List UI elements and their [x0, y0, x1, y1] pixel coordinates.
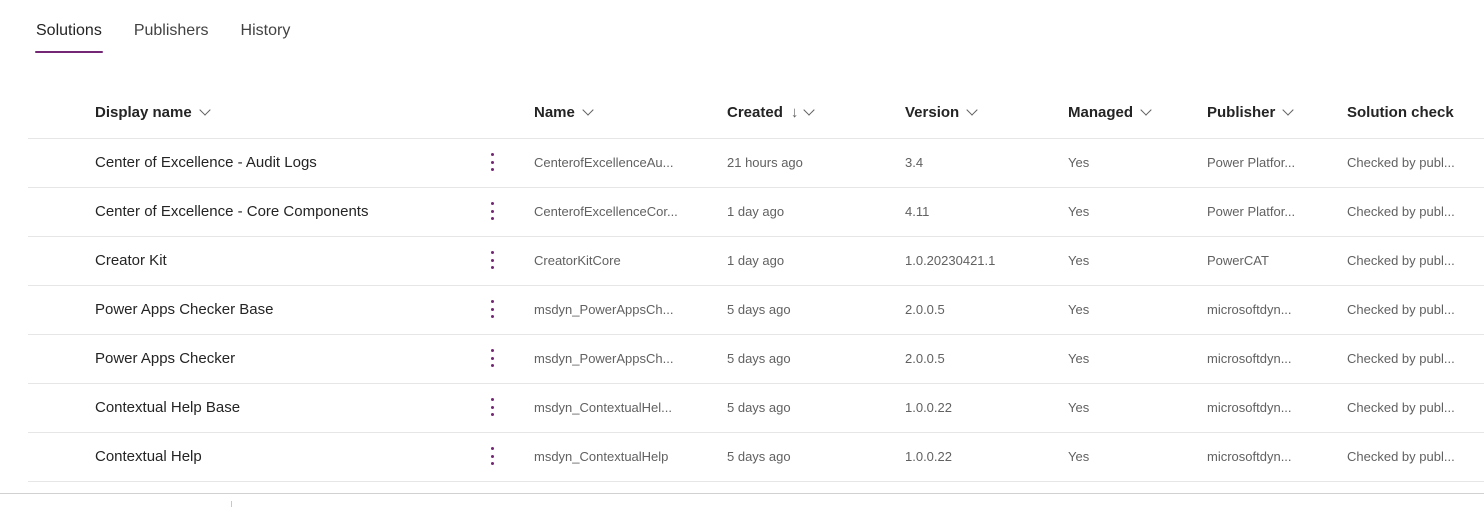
more-options-icon[interactable] [487, 299, 497, 319]
cell-created: 5 days ago [727, 351, 791, 366]
cell-publisher: microsoftdyn... [1207, 351, 1292, 366]
cell-display-name[interactable]: Power Apps Checker [95, 350, 455, 367]
column-header-label: Version [905, 104, 960, 121]
column-header-solution-check[interactable]: Solution check [1347, 104, 1462, 121]
cell-name: msdyn_PowerAppsCh... [534, 302, 674, 317]
column-header-managed[interactable]: Managed [1068, 104, 1168, 121]
table-row[interactable]: Creator Kit CreatorKitCore 1 day ago 1.0… [28, 237, 1484, 286]
solutions-grid: Display name Name Created ↓ Version Mana… [28, 90, 1484, 482]
solutions-page: Solutions Publishers History Display nam… [0, 0, 1484, 507]
column-header-label: Solution check [1347, 104, 1454, 121]
column-header-name[interactable]: Name [534, 104, 682, 121]
more-options-icon[interactable] [487, 446, 497, 466]
more-options-icon[interactable] [487, 201, 497, 221]
cell-display-name[interactable]: Creator Kit [95, 252, 455, 269]
chevron-down-icon [1282, 104, 1295, 116]
cell-created: 1 day ago [727, 253, 785, 268]
cell-publisher: microsoftdyn... [1207, 302, 1292, 317]
cell-display-name[interactable]: Center of Excellence - Core Components [95, 203, 455, 220]
cell-display-name[interactable]: Contextual Help [95, 448, 455, 465]
footer-separator [231, 501, 232, 507]
column-header-publisher[interactable]: Publisher [1207, 104, 1302, 121]
cell-version: 2.0.0.5 [905, 302, 945, 317]
tab-publishers[interactable]: Publishers [134, 18, 209, 54]
cell-solution-check: Checked by publ... [1347, 155, 1455, 170]
cell-solution-check: Checked by publ... [1347, 204, 1455, 219]
cell-display-name[interactable]: Contextual Help Base [95, 399, 455, 416]
cell-publisher: Power Platfor... [1207, 204, 1296, 219]
table-row[interactable]: Contextual Help Base msdyn_ContextualHel… [28, 384, 1484, 433]
cell-created: 5 days ago [727, 302, 791, 317]
cell-created: 5 days ago [727, 400, 791, 415]
table-row[interactable]: Power Apps Checker Base msdyn_PowerAppsC… [28, 286, 1484, 335]
column-header-created[interactable]: Created ↓ [727, 104, 877, 121]
cell-version: 4.11 [905, 204, 930, 219]
chevron-down-icon [1140, 104, 1152, 116]
cell-name: CreatorKitCore [534, 253, 621, 268]
column-header-label: Display name [95, 104, 192, 121]
sort-descending-icon: ↓ [790, 104, 799, 121]
column-header-version[interactable]: Version [905, 104, 1045, 121]
cell-publisher: microsoftdyn... [1207, 400, 1292, 415]
cell-solution-check: Checked by publ... [1347, 400, 1455, 415]
cell-managed: Yes [1068, 400, 1090, 415]
cell-managed: Yes [1068, 351, 1090, 366]
cell-version: 2.0.0.5 [905, 351, 945, 366]
cell-version: 1.0.0.22 [905, 449, 952, 464]
more-options-icon[interactable] [487, 250, 497, 270]
table-row[interactable]: Center of Excellence - Audit Logs Center… [28, 139, 1484, 188]
cell-managed: Yes [1068, 204, 1090, 219]
cell-name: msdyn_PowerAppsCh... [534, 351, 674, 366]
tab-history[interactable]: History [241, 18, 291, 54]
cell-solution-check: Checked by publ... [1347, 449, 1455, 464]
cell-managed: Yes [1068, 449, 1090, 464]
cell-name: msdyn_ContextualHel... [534, 400, 673, 415]
column-header-label: Created [727, 104, 783, 121]
cell-managed: Yes [1068, 302, 1090, 317]
cell-publisher: Power Platfor... [1207, 155, 1296, 170]
more-options-icon[interactable] [487, 152, 497, 172]
cell-version: 1.0.0.22 [905, 400, 952, 415]
chevron-down-icon [582, 104, 594, 116]
cell-name: CenterofExcellenceCor... [534, 204, 678, 219]
column-header-display-name[interactable]: Display name [95, 104, 455, 121]
cell-version: 3.4 [905, 155, 924, 170]
cell-publisher: microsoftdyn... [1207, 449, 1292, 464]
column-header-label: Publisher [1207, 104, 1276, 121]
cell-display-name[interactable]: Power Apps Checker Base [95, 301, 455, 318]
cell-solution-check: Checked by publ... [1347, 253, 1455, 268]
cell-solution-check: Checked by publ... [1347, 351, 1455, 366]
cell-created: 5 days ago [727, 449, 791, 464]
column-header-label: Name [534, 104, 575, 121]
cell-publisher: PowerCAT [1207, 253, 1269, 268]
footer-divider [0, 493, 1484, 494]
table-row[interactable]: Power Apps Checker msdyn_PowerAppsCh... … [28, 335, 1484, 384]
table-row[interactable]: Contextual Help msdyn_ContextualHelp 5 d… [28, 433, 1484, 482]
cell-solution-check: Checked by publ... [1347, 302, 1455, 317]
column-header-label: Managed [1068, 104, 1134, 121]
chevron-down-icon [199, 104, 211, 116]
tab-bar: Solutions Publishers History [35, 18, 322, 54]
cell-managed: Yes [1068, 155, 1090, 170]
cell-created: 1 day ago [727, 204, 785, 219]
cell-created: 21 hours ago [727, 155, 803, 170]
tab-solutions[interactable]: Solutions [35, 18, 103, 54]
table-row[interactable]: Center of Excellence - Core Components C… [28, 188, 1484, 237]
cell-name: msdyn_ContextualHelp [534, 449, 669, 464]
cell-display-name[interactable]: Center of Excellence - Audit Logs [95, 154, 455, 171]
grid-header-row: Display name Name Created ↓ Version Mana… [28, 90, 1484, 139]
more-options-icon[interactable] [487, 348, 497, 368]
chevron-down-icon [803, 104, 816, 116]
cell-managed: Yes [1068, 253, 1090, 268]
more-options-icon[interactable] [487, 397, 497, 417]
cell-name: CenterofExcellenceAu... [534, 155, 674, 170]
chevron-down-icon [966, 104, 978, 116]
cell-version: 1.0.20230421.1 [905, 253, 996, 268]
